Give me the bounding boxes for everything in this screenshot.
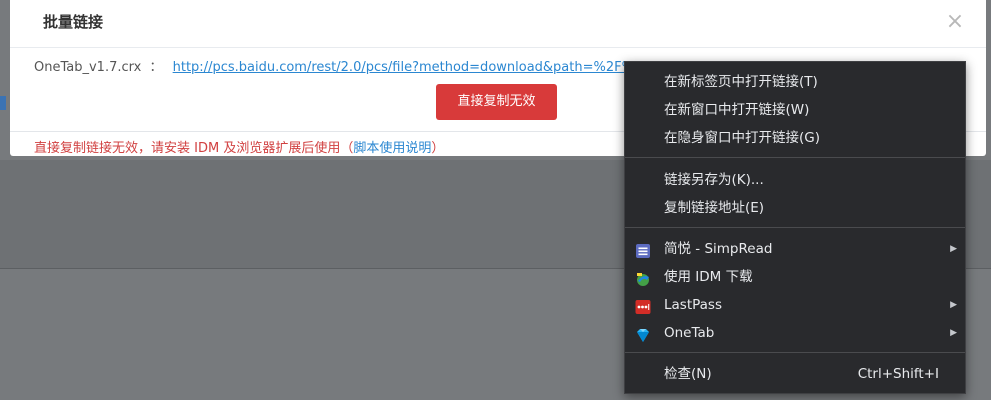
submenu-arrow-icon: ▶ xyxy=(950,244,957,254)
submenu-arrow-icon: ▶ xyxy=(950,300,957,310)
menu-copy-link-address[interactable]: 复制链接地址(E) xyxy=(625,194,965,222)
inspect-shortcut: Ctrl+Shift+I xyxy=(857,366,939,382)
menu-save-link-as[interactable]: 链接另存为(K)... xyxy=(625,166,965,194)
file-name: OneTab_v1.7.crx xyxy=(34,60,142,75)
idm-icon xyxy=(635,269,651,286)
menu-onetab[interactable]: OneTab ▶ xyxy=(625,319,965,347)
onetab-icon xyxy=(635,325,651,342)
menu-simpread[interactable]: 简悦 - SimpRead ▶ xyxy=(625,235,965,263)
menu-item-label: 检查(N) xyxy=(664,366,712,382)
dialog-header: 批量链接 × xyxy=(10,0,986,48)
menu-download-with-idm[interactable]: 使用 IDM 下载 xyxy=(625,263,965,291)
dialog-title: 批量链接 xyxy=(43,13,104,31)
menu-separator xyxy=(625,227,965,228)
menu-lastpass[interactable]: LastPass ▶ xyxy=(625,291,965,319)
menu-item-label: LastPass xyxy=(664,297,722,313)
menu-item-label: 使用 IDM 下载 xyxy=(664,269,753,285)
menu-inspect[interactable]: 检查(N) Ctrl+Shift+I xyxy=(625,360,965,388)
simpread-icon xyxy=(635,241,651,258)
menu-item-label: 在新标签页中打开链接(T) xyxy=(664,74,818,90)
menu-open-new-tab[interactable]: 在新标签页中打开链接(T) xyxy=(625,68,965,96)
close-icon[interactable]: × xyxy=(944,10,966,34)
menu-item-label: 在新窗口中打开链接(W) xyxy=(664,102,810,118)
menu-item-label: 复制链接地址(E) xyxy=(664,200,765,216)
submenu-arrow-icon: ▶ xyxy=(950,328,957,338)
backdrop-accent xyxy=(0,96,6,110)
script-help-link[interactable]: 脚本使用说明 xyxy=(353,141,431,156)
menu-item-label: 链接另存为(K)... xyxy=(664,172,764,188)
context-menu: 在新标签页中打开链接(T) 在新窗口中打开链接(W) 在隐身窗口中打开链接(G)… xyxy=(624,61,966,394)
menu-item-label: 简悦 - SimpRead xyxy=(664,241,773,257)
copy-directly-button[interactable]: 直接复制无效 xyxy=(436,84,557,120)
notice-message: 直接复制链接无效，请安装 IDM 及浏览器扩展后使用（ xyxy=(34,141,354,156)
menu-open-new-window[interactable]: 在新窗口中打开链接(W) xyxy=(625,96,965,124)
file-separator: ： xyxy=(149,60,163,75)
lastpass-icon xyxy=(635,297,651,314)
menu-separator xyxy=(625,352,965,353)
notice-close-paren: ） xyxy=(431,141,445,156)
menu-open-incognito[interactable]: 在隐身窗口中打开链接(G) xyxy=(625,124,965,152)
notice-text: 直接复制链接无效，请安装 IDM 及浏览器扩展后使用（脚本使用说明） xyxy=(34,137,444,156)
menu-item-label: 在隐身窗口中打开链接(G) xyxy=(664,130,820,146)
menu-item-label: OneTab xyxy=(664,325,715,341)
menu-separator xyxy=(625,157,965,158)
